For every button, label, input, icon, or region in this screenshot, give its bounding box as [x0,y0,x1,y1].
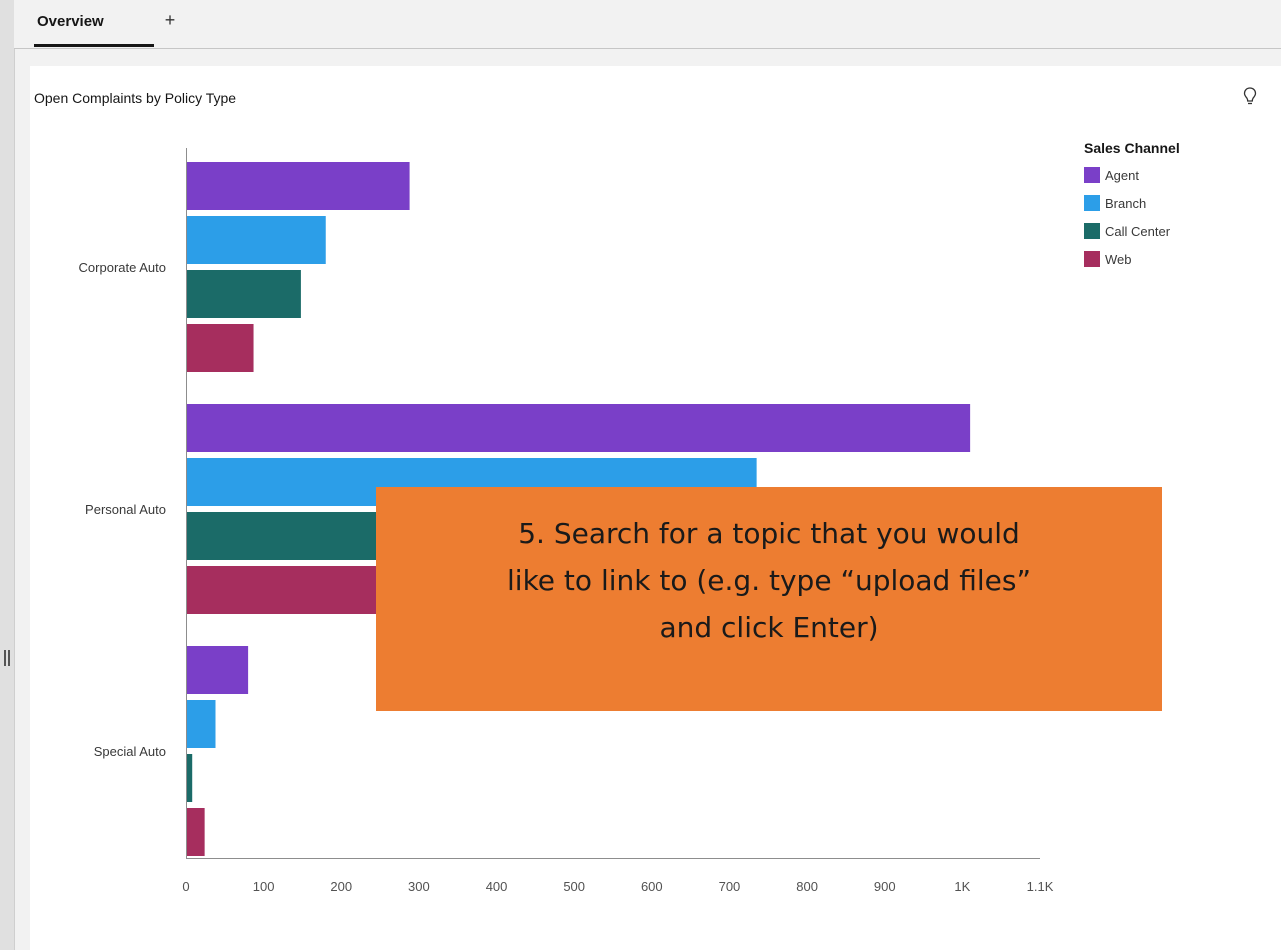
x-tick-label: 1K [954,879,970,894]
bar [187,808,205,856]
legend-swatch [1084,195,1100,211]
x-tick-label: 600 [641,879,663,894]
bar [187,700,216,748]
category-label: Personal Auto [85,502,166,517]
x-tick-label: 700 [719,879,741,894]
callout-line: and click Enter) [659,611,879,644]
active-tab-indicator [34,44,154,47]
x-tick-label: 0 [182,879,189,894]
tab-bar: Overview + [14,0,1281,49]
legend-label: Web [1105,251,1132,267]
bar [187,162,410,210]
legend-item-branch[interactable]: Branch [1084,189,1180,217]
legend-swatch [1084,223,1100,239]
bar [187,404,971,452]
legend-label: Branch [1105,195,1147,211]
x-tick-label: 100 [253,879,275,894]
x-tick-label: 300 [408,879,430,894]
add-tab-button[interactable]: + [162,0,178,44]
resize-handle[interactable] [4,650,10,666]
legend-swatch [1084,251,1100,267]
left-panel-rail [0,0,15,950]
bar [187,754,193,802]
bar [187,646,249,694]
x-tick-label: 1.1K [1027,879,1054,894]
tutorial-callout: 5. Search for a topic that you would lik… [376,487,1162,711]
legend-label: Agent [1105,167,1139,183]
x-tick-label: 200 [330,879,352,894]
callout-line: 5. Search for a topic that you would [518,517,1020,550]
tab-overview-label: Overview [37,13,104,30]
legend-item-agent[interactable]: Agent [1084,161,1180,189]
legend-swatch [1084,167,1100,183]
x-tick-label: 800 [796,879,818,894]
chart-legend: Sales Channel Agent Branch Call Center W… [1084,140,1180,273]
bar [187,216,326,264]
bar [187,270,301,318]
legend-item-web[interactable]: Web [1084,245,1180,273]
tab-overview[interactable]: Overview [34,0,154,47]
legend-title: Sales Channel [1084,140,1180,156]
x-tick-label: 400 [486,879,508,894]
x-tick-label: 900 [874,879,896,894]
legend-item-call-center[interactable]: Call Center [1084,217,1180,245]
bar [187,324,254,372]
x-tick-label: 500 [563,879,585,894]
legend-label: Call Center [1105,223,1171,239]
category-label: Corporate Auto [79,260,166,275]
callout-line: like to link to (e.g. type “upload files… [507,564,1031,597]
category-label: Special Auto [94,744,166,759]
